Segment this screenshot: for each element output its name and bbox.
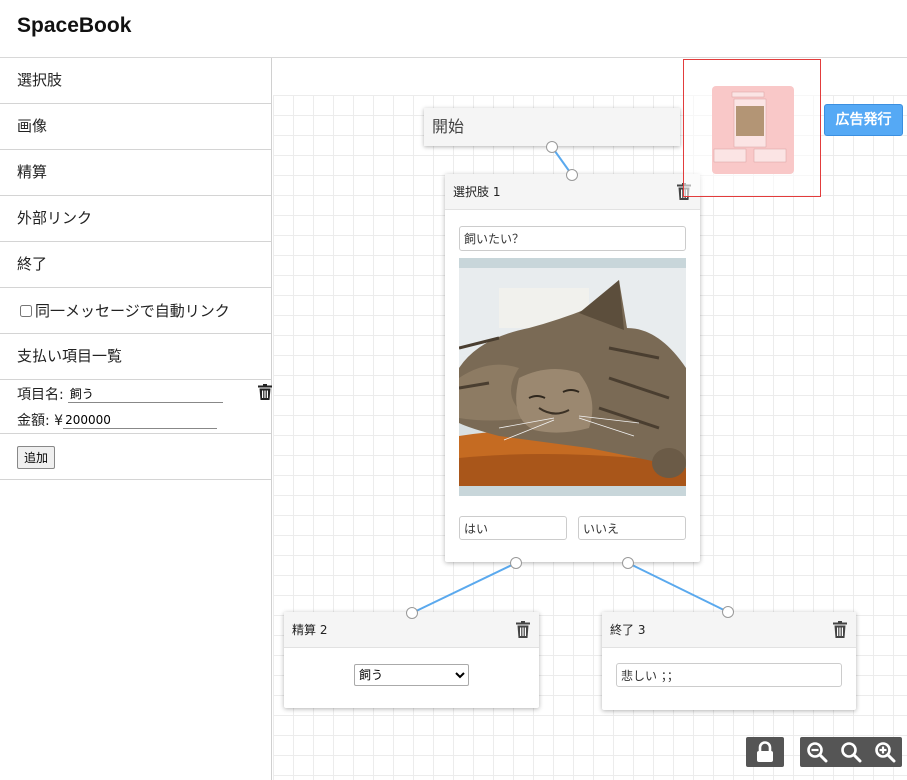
- auto-link-option: 同一メッセージで自動リンク: [0, 288, 271, 334]
- zoom-out-icon[interactable]: [806, 741, 828, 763]
- choice-no-output-handle[interactable]: [622, 557, 634, 569]
- choice-yes-output-handle[interactable]: [510, 557, 522, 569]
- choice-input-handle[interactable]: [566, 169, 578, 181]
- payment-node-title: 精算 2: [292, 623, 328, 637]
- zoom-in-icon[interactable]: [874, 741, 896, 763]
- payment-amount-label: 金額: ¥: [17, 413, 64, 429]
- choice-option-no-input[interactable]: [578, 516, 686, 540]
- choice-option-yes-input[interactable]: [459, 516, 567, 540]
- sidebar: 選択肢 画像 精算 外部リンク 終了 同一メッセージで自動リンク 支払い項目一覧…: [0, 58, 272, 780]
- minimap[interactable]: [712, 86, 794, 174]
- sidebar-item-external-link[interactable]: 外部リンク: [0, 196, 271, 242]
- end-input-handle[interactable]: [722, 606, 734, 618]
- payment-node[interactable]: 精算 2 飼う: [284, 612, 539, 708]
- payment-name-row: 項目名:: [17, 384, 223, 404]
- sidebar-item-end[interactable]: 終了: [0, 242, 271, 288]
- lock-button[interactable]: [746, 737, 784, 767]
- end-node[interactable]: 終了 3: [602, 612, 856, 710]
- choice-question-input[interactable]: [459, 226, 686, 251]
- payment-name-label: 項目名:: [17, 387, 64, 403]
- payment-delete-icon[interactable]: [258, 384, 272, 400]
- sidebar-item-image[interactable]: 画像: [0, 104, 271, 150]
- end-node-title: 終了 3: [610, 623, 646, 637]
- lock-icon: [757, 741, 773, 762]
- sidebar-item-choice[interactable]: 選択肢: [0, 58, 271, 104]
- end-message-input[interactable]: [616, 663, 842, 687]
- minimap-content: [713, 91, 787, 163]
- add-wrap: 追加: [0, 434, 271, 480]
- payment-item: 項目名: 金額: ¥: [0, 380, 272, 434]
- app-header: SpaceBook: [0, 0, 907, 58]
- zoom-reset-icon[interactable]: [840, 741, 862, 763]
- add-payment-button[interactable]: 追加: [17, 446, 56, 469]
- payment-amount-row: 金額: ¥: [17, 410, 218, 430]
- end-node-delete-icon[interactable]: [833, 621, 847, 638]
- auto-link-checkbox[interactable]: [20, 304, 32, 317]
- start-output-handle[interactable]: [546, 141, 558, 153]
- payment-node-delete-icon[interactable]: [516, 621, 530, 638]
- payment-item-select[interactable]: 飼う: [354, 664, 469, 686]
- sidebar-item-payment[interactable]: 精算: [0, 150, 271, 196]
- choice-node[interactable]: 選択肢 1: [445, 174, 700, 562]
- publish-ad-button[interactable]: 広告発行: [824, 104, 903, 136]
- payment-input-handle[interactable]: [406, 607, 418, 619]
- zoom-controls: [800, 737, 902, 767]
- auto-link-label: 同一メッセージで自動リンク: [35, 302, 230, 320]
- choice-node-title: 選択肢 1: [453, 185, 501, 199]
- payment-amount-input[interactable]: [63, 411, 218, 429]
- payment-name-input[interactable]: [67, 385, 223, 403]
- app-title: SpaceBook: [17, 14, 132, 37]
- payment-list-title: 支払い項目一覧: [0, 334, 271, 380]
- cat-photo: [459, 258, 686, 496]
